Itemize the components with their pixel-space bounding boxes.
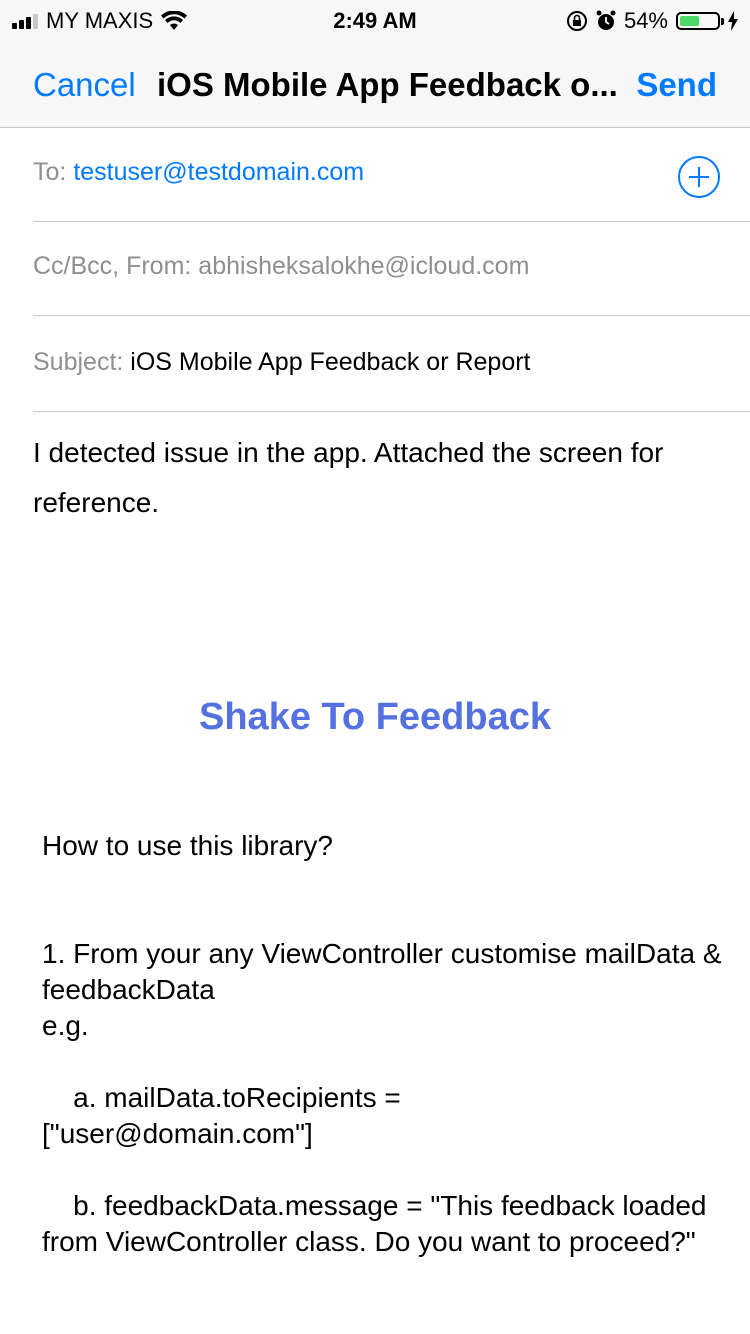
from-address[interactable]: abhisheksalokhe@icloud.com [198, 252, 529, 280]
to-line: To: testuser@testdomain.com [33, 158, 364, 187]
cc-bcc-from-label: Cc/Bcc, From: [33, 252, 192, 280]
cancel-button[interactable]: Cancel [33, 66, 136, 104]
status-bar: MY MAXIS 2:49 AM 54% [0, 0, 750, 40]
battery-percent: 54% [623, 8, 668, 33]
subject-line: Subject: iOS Mobile App Feedback or Repo… [33, 348, 531, 377]
compose-title: iOS Mobile App Feedback o... [157, 66, 618, 103]
attachment-step-b: b. feedbackData.message = "This feedback… [42, 1190, 715, 1257]
to-label: To: [33, 158, 67, 186]
orientation-lock-icon [566, 11, 587, 31]
cc-line: Cc/Bcc, From: abhisheksalokhe@icloud.com [33, 252, 529, 281]
status-right: 54% [566, 8, 738, 34]
attachment-how-to: How to use this library? [42, 830, 334, 861]
attachment-step-a: a. mailData.toRecipients = ["user@domain… [42, 1082, 401, 1149]
subject-label: Subject: [33, 348, 124, 376]
attachment-title: Shake To Feedback [199, 696, 551, 738]
attachment-step-1: 1. From your any ViewController customis… [42, 938, 722, 1041]
to-recipient[interactable]: testuser@testdomain.com [73, 158, 364, 186]
cc-bcc-from-field[interactable]: Cc/Bcc, From: abhisheksalokhe@icloud.com [33, 222, 750, 316]
add-contact-icon[interactable] [678, 156, 720, 198]
send-button[interactable]: Send [636, 66, 717, 104]
subject-value[interactable]: iOS Mobile App Feedback or Report [130, 348, 530, 376]
message-body[interactable]: I detected issue in the app. Attached th… [33, 428, 723, 528]
compose-nav-bar: Cancel iOS Mobile App Feedback o... Send [0, 40, 750, 128]
charging-icon [728, 11, 738, 31]
to-field[interactable]: To: testuser@testdomain.com [33, 128, 750, 222]
battery-icon [676, 12, 724, 30]
alarm-icon [596, 10, 616, 30]
subject-field[interactable]: Subject: iOS Mobile App Feedback or Repo… [33, 318, 750, 412]
